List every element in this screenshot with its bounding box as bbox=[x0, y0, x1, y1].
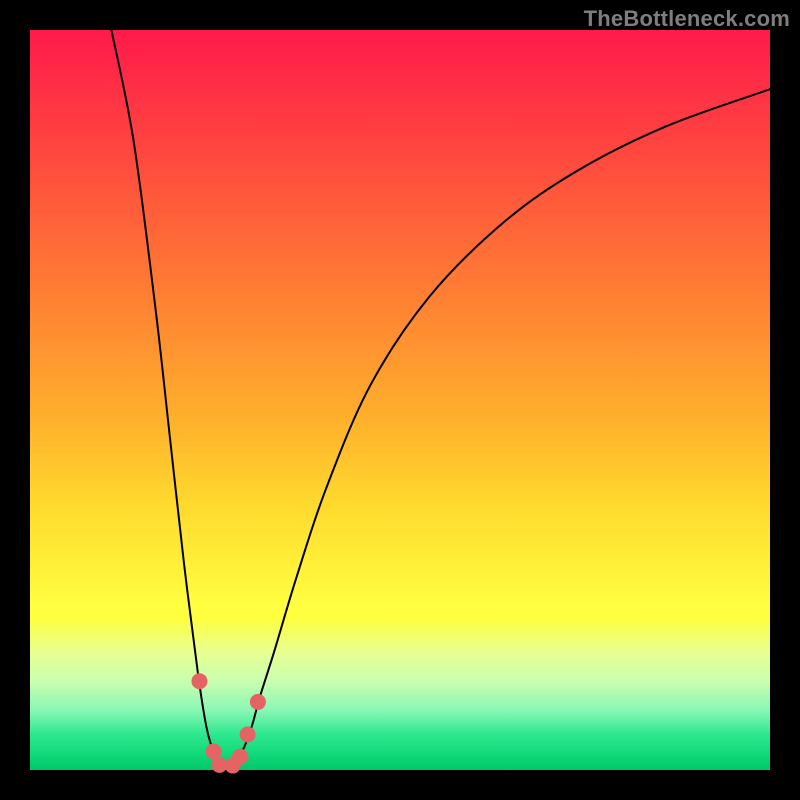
bottleneck-curve bbox=[111, 30, 770, 767]
data-point bbox=[191, 673, 207, 689]
data-point bbox=[240, 726, 256, 742]
marker-group bbox=[191, 673, 265, 773]
plot-area bbox=[30, 30, 770, 770]
watermark: TheBottleneck.com bbox=[584, 6, 790, 32]
data-point bbox=[250, 694, 266, 710]
chart-svg bbox=[30, 30, 770, 770]
data-point bbox=[232, 749, 248, 765]
